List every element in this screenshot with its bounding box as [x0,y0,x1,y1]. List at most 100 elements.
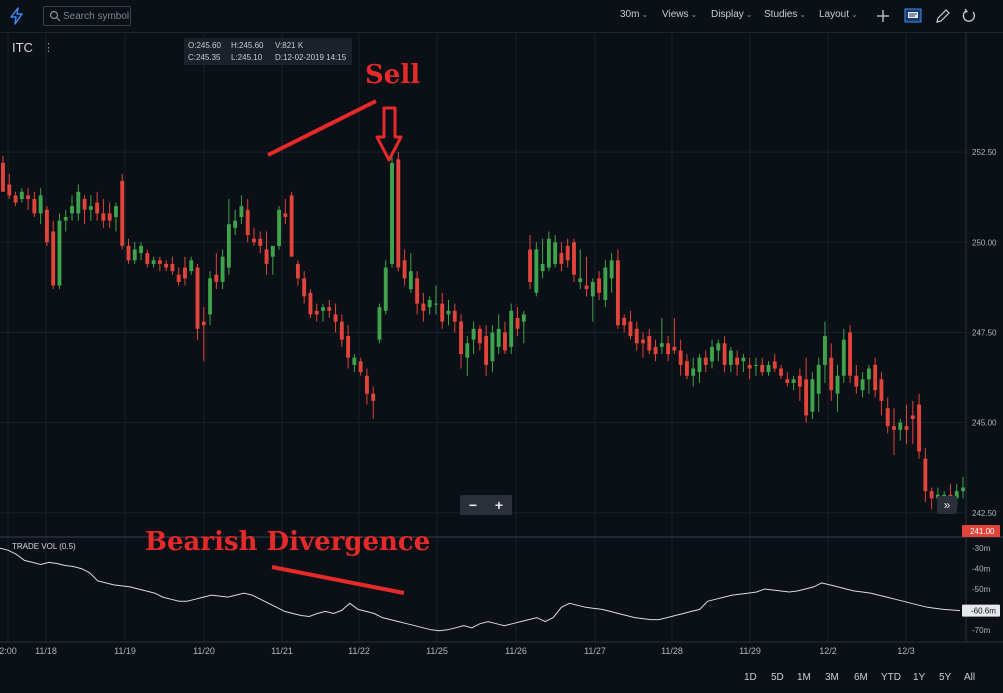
candle-body [264,249,269,264]
candle-body [584,285,589,290]
candle-body [157,260,162,264]
candle-body [615,260,620,326]
scroll-to-end-button[interactable]: » [937,496,957,514]
chevron-down-icon: ⌄ [745,10,753,19]
volume-axis-tick: -70m [972,626,991,635]
time-axis-tick: 12/2 [819,646,837,656]
layout-menu[interactable]: Layout ⌄ [819,9,858,20]
candle-body [766,364,771,373]
chevron-down-icon: ⌄ [799,10,807,19]
candle-body [314,310,319,315]
candle-body [503,332,507,351]
date-value: D:12-02-2019 14:15 [275,53,347,62]
lightning-icon[interactable] [8,7,26,25]
candle-body [603,267,608,300]
candle-body [1,162,5,192]
candle-body [270,245,275,257]
candle-body [113,206,118,218]
pencil-icon[interactable] [934,7,952,25]
price-axis-tick: 250.00 [972,238,997,247]
candle-body [534,249,539,293]
candle-body [904,426,909,430]
last-volume-label: -60.6m [971,607,996,616]
candle-body [590,281,595,297]
studies-label: Studies [764,9,798,20]
candle-body [515,318,520,329]
range-1m-button[interactable]: 1M [797,672,811,683]
close-value: C:245.35 [188,53,221,62]
candle-body [521,314,526,322]
range-5y-button[interactable]: 5Y [939,672,951,683]
search-box[interactable] [43,6,131,26]
candle-body [565,245,570,261]
display-label: Display [711,9,744,20]
candle-body [277,209,282,246]
candle-body [377,307,382,340]
candle-body [735,357,740,365]
range-6m-button[interactable]: 6M [854,672,868,683]
candle-body [741,357,746,362]
candle-body [873,364,878,391]
candle-body [546,238,551,268]
more-options-icon[interactable]: ⋮ [43,41,54,54]
candle-body [710,346,714,362]
range-ytd-button[interactable]: YTD [881,672,901,683]
volume-axis-tick: -30m [972,544,991,553]
candle-body [214,274,219,282]
range-1d-button[interactable]: 1D [744,672,757,683]
candle-body [233,220,238,228]
candle-body [804,379,809,416]
candle-body [390,162,394,264]
candle-body [26,195,31,199]
candle-body [189,260,194,272]
range-3m-button[interactable]: 3M [825,672,839,683]
zoom-out-button[interactable]: − [460,495,486,515]
views-menu[interactable]: Views ⌄ [662,9,697,20]
last-price-label: 241.00 [970,527,995,536]
views-label: Views [662,9,689,20]
crosshair-icon[interactable] [874,7,892,25]
candle-body [176,274,181,282]
candle-body [678,350,683,365]
range-all-button[interactable]: All [964,672,975,683]
candle-body [672,346,677,351]
range-5d-button[interactable]: 5D [771,672,784,683]
interval-menu[interactable]: 30m ⌄ [620,9,648,20]
candle-body [396,159,401,268]
candle-body [402,260,407,279]
comment-icon[interactable] [904,7,922,25]
candle-body [82,198,87,210]
zoom-in-button[interactable]: + [486,495,512,515]
search-input[interactable] [63,9,129,23]
candle-body [716,343,721,351]
candle-body [408,271,413,290]
price-axis-tick: 252.50 [972,148,997,157]
time-axis-tick: 11/28 [661,646,683,656]
candle-body [484,336,489,365]
candle-body [779,368,783,376]
time-axis-tick: 11/20 [193,646,215,656]
zoom-controls: − + [460,495,512,515]
divergence-line [271,565,405,595]
candle-body [923,458,928,492]
studies-menu[interactable]: Studies ⌄ [764,9,806,20]
candle-body [164,263,169,268]
candle-body [289,195,294,257]
chart-svg[interactable]: 252.50 250.00 247.50 245.00 242.50 241.00 -30m… [0,32,1003,693]
display-menu[interactable]: Display ⌄ [711,9,753,20]
candle-body [346,336,351,358]
candle-body [572,242,576,275]
refresh-icon[interactable] [960,7,978,25]
range-1y-button[interactable]: 1Y [913,672,925,683]
volume-axis-tick: -50m [972,585,991,594]
volume-line [0,547,961,632]
candle-body [88,206,93,210]
candle-body [70,206,74,214]
volume-axis-tick: -40m [972,565,991,574]
candle-body [446,310,451,315]
candle-body [132,249,137,261]
candle-body [753,364,758,366]
volume-value: V:821 K [275,41,304,50]
chart-area[interactable]: 252.50 250.00 247.50 245.00 242.50 241.00 -30m… [0,32,1003,693]
candle-body [553,242,558,264]
